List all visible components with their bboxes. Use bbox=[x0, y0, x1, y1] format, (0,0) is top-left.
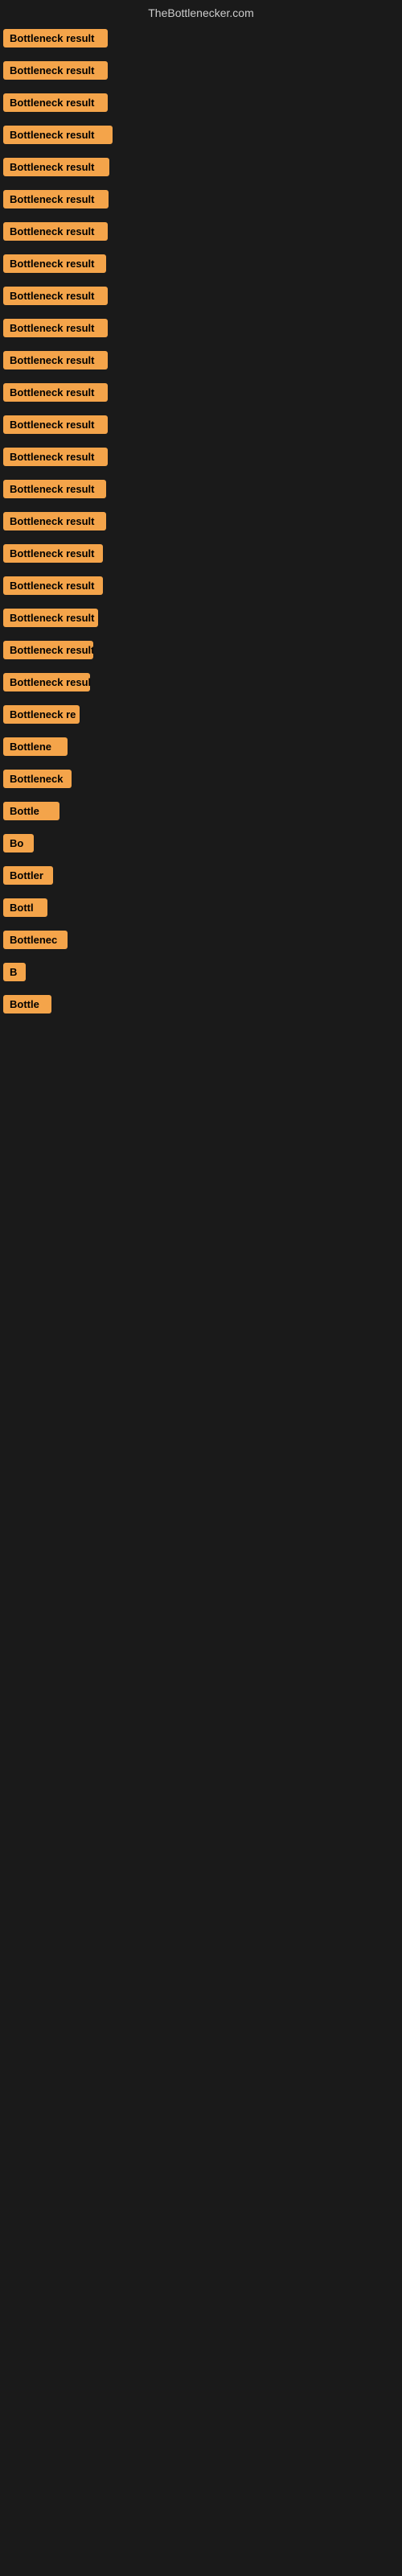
bottleneck-row[interactable]: Bottleneck result bbox=[0, 282, 402, 314]
bottleneck-row[interactable]: Bottleneck result bbox=[0, 443, 402, 475]
bottleneck-row[interactable]: Bottleneck result bbox=[0, 217, 402, 250]
bottleneck-row[interactable]: Bottleneck result bbox=[0, 346, 402, 378]
bottleneck-row[interactable]: Bottleneck bbox=[0, 765, 402, 797]
bottleneck-row[interactable]: Bottleneck result bbox=[0, 314, 402, 346]
bottleneck-badge[interactable]: Bottleneck re bbox=[3, 705, 80, 724]
bottleneck-badge[interactable]: Bottleneck result bbox=[3, 29, 108, 47]
page-wrapper: TheBottlenecker.com Bottleneck resultBot… bbox=[0, 0, 402, 2576]
bottleneck-badge[interactable]: Bottleneck result bbox=[3, 609, 98, 627]
bottleneck-badge[interactable]: Bottler bbox=[3, 866, 53, 885]
bottleneck-row[interactable]: Bottleneck result bbox=[0, 56, 402, 89]
bottleneck-row[interactable]: Bottleneck result bbox=[0, 24, 402, 56]
bottleneck-row[interactable]: Bottleneck re bbox=[0, 700, 402, 733]
bottleneck-badge[interactable]: Bottleneck result bbox=[3, 480, 106, 498]
bottleneck-row[interactable]: Bottlene bbox=[0, 733, 402, 765]
bottleneck-row[interactable]: Bottleneck result bbox=[0, 378, 402, 411]
bottleneck-badge[interactable]: Bottlenec bbox=[3, 931, 68, 949]
bottleneck-badge[interactable]: Bottleneck result bbox=[3, 254, 106, 273]
bottleneck-badge[interactable]: Bottleneck result bbox=[3, 93, 108, 112]
bottleneck-row[interactable]: Bottleneck result bbox=[0, 185, 402, 217]
bottleneck-badge[interactable]: Bottleneck result bbox=[3, 287, 108, 305]
bottleneck-row[interactable]: Bottl bbox=[0, 894, 402, 926]
bottleneck-row[interactable]: Bottleneck result bbox=[0, 668, 402, 700]
bottleneck-badge[interactable]: Bottleneck result bbox=[3, 61, 108, 80]
bottleneck-row[interactable]: Bo bbox=[0, 829, 402, 861]
bottleneck-row[interactable]: Bottleneck result bbox=[0, 250, 402, 282]
bottleneck-badge[interactable]: Bottlene bbox=[3, 737, 68, 756]
bottleneck-row[interactable]: Bottleneck result bbox=[0, 604, 402, 636]
bottleneck-row[interactable]: Bottleneck result bbox=[0, 411, 402, 443]
bottleneck-row[interactable]: Bottle bbox=[0, 797, 402, 829]
bottleneck-badge[interactable]: Bottleneck result bbox=[3, 222, 108, 241]
badges-container: Bottleneck result Bottleneck result Bottle… bbox=[0, 24, 402, 1022]
bottleneck-badge[interactable]: Bottle bbox=[3, 802, 59, 820]
bottleneck-badge[interactable]: Bottleneck result bbox=[3, 544, 103, 563]
bottleneck-badge[interactable]: Bottleneck result bbox=[3, 641, 93, 659]
bottleneck-row[interactable]: Bottleneck result bbox=[0, 636, 402, 668]
bottleneck-badge[interactable]: Bottleneck result bbox=[3, 319, 108, 337]
bottleneck-badge[interactable]: Bottl bbox=[3, 898, 47, 917]
bottleneck-badge[interactable]: B bbox=[3, 963, 26, 981]
bottleneck-row[interactable]: Bottler bbox=[0, 861, 402, 894]
bottleneck-row[interactable]: Bottleneck result bbox=[0, 121, 402, 153]
bottleneck-badge[interactable]: Bottleneck result bbox=[3, 448, 108, 466]
bottleneck-badge[interactable]: Bottleneck bbox=[3, 770, 72, 788]
bottleneck-row[interactable]: Bottleneck result bbox=[0, 572, 402, 604]
bottleneck-row[interactable]: Bottlenec bbox=[0, 926, 402, 958]
bottleneck-badge[interactable]: Bottleneck result bbox=[3, 415, 108, 434]
site-title: TheBottlenecker.com bbox=[148, 6, 254, 19]
bottleneck-row[interactable]: Bottleneck result bbox=[0, 507, 402, 539]
bottleneck-badge[interactable]: Bottleneck result bbox=[3, 673, 90, 691]
bottleneck-badge[interactable]: Bottleneck result bbox=[3, 351, 108, 369]
bottleneck-badge[interactable]: Bottleneck result bbox=[3, 190, 109, 208]
bottleneck-badge[interactable]: Bottleneck result bbox=[3, 512, 106, 530]
bottleneck-badge[interactable]: Bottleneck result bbox=[3, 126, 113, 144]
bottleneck-row[interactable]: Bottleneck result bbox=[0, 89, 402, 121]
bottleneck-badge[interactable]: Bottleneck result bbox=[3, 158, 109, 176]
bottleneck-badge[interactable]: Bottle bbox=[3, 995, 51, 1013]
site-header: TheBottlenecker.com bbox=[0, 0, 402, 24]
bottleneck-badge[interactable]: Bottleneck result bbox=[3, 576, 103, 595]
bottleneck-badge[interactable]: Bo bbox=[3, 834, 34, 852]
bottleneck-row[interactable]: Bottleneck result bbox=[0, 153, 402, 185]
bottleneck-row[interactable]: Bottleneck result bbox=[0, 475, 402, 507]
bottleneck-row[interactable]: B bbox=[0, 958, 402, 990]
bottleneck-row[interactable]: Bottle bbox=[0, 990, 402, 1022]
bottleneck-row[interactable]: Bottleneck result bbox=[0, 539, 402, 572]
bottleneck-badge[interactable]: Bottleneck result bbox=[3, 383, 108, 402]
